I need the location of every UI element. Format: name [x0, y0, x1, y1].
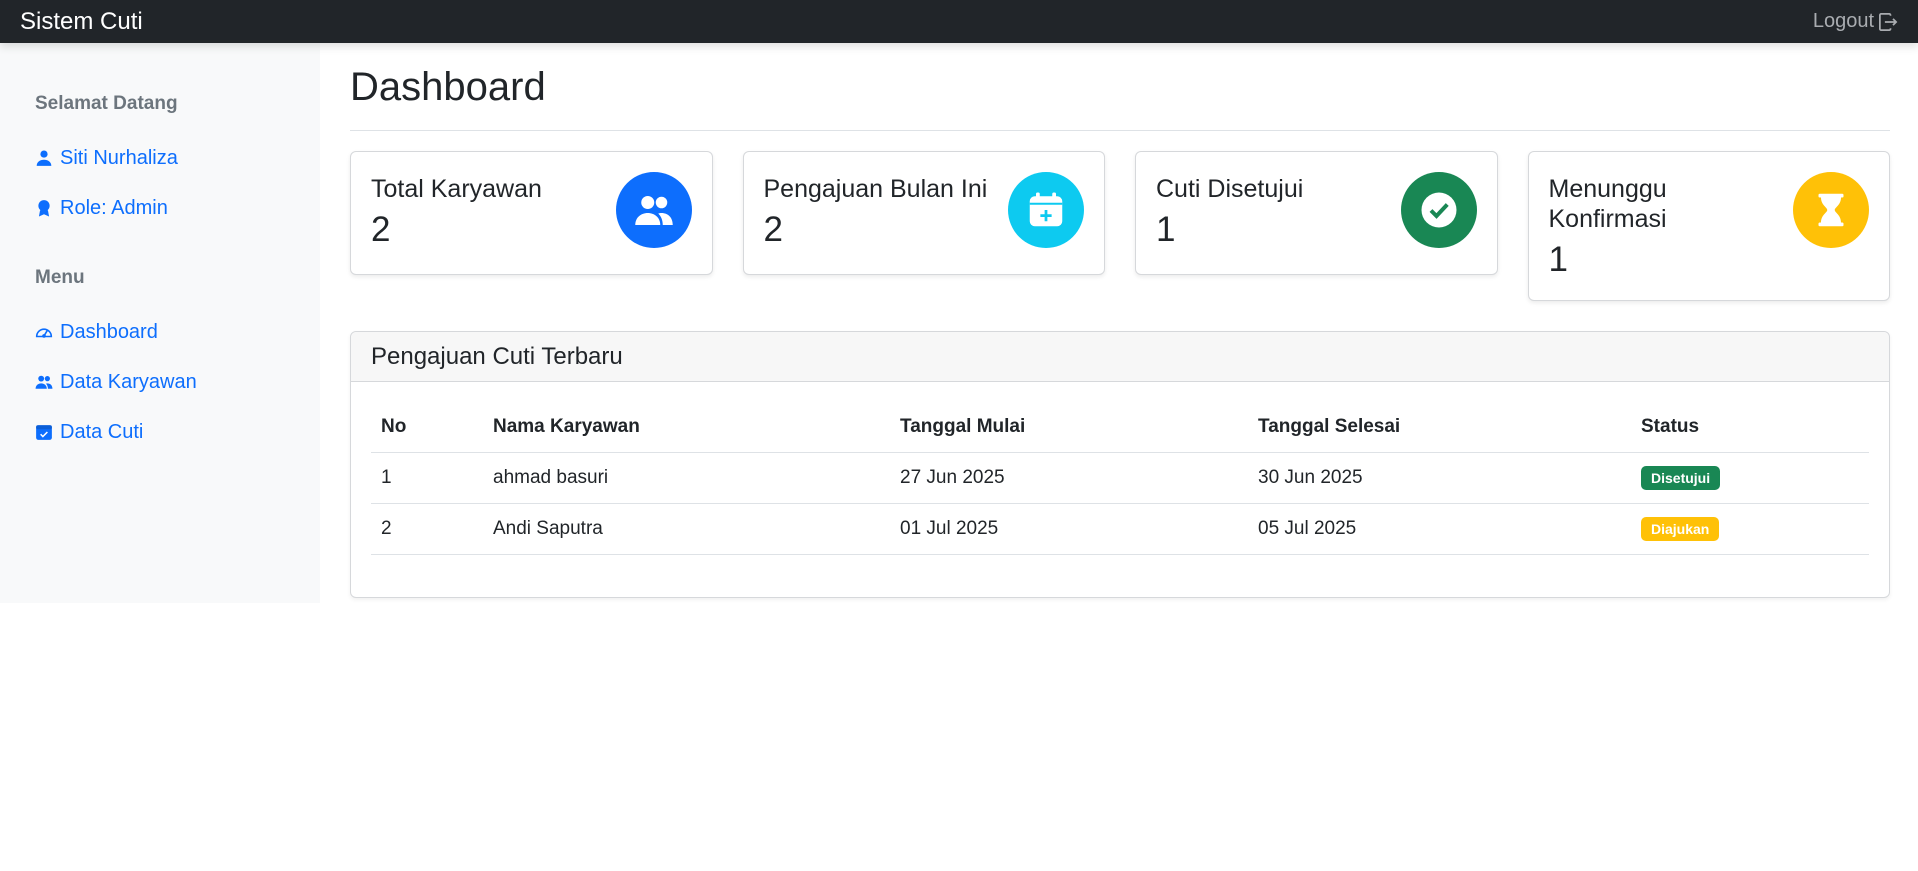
- cell-status: Disetujui: [1631, 452, 1869, 504]
- recent-requests-table: No Nama Karyawan Tanggal Mulai Tanggal S…: [371, 402, 1869, 555]
- table-row: 2 Andi Saputra 01 Jul 2025 05 Jul 2025 D…: [371, 503, 1869, 555]
- check-circle-icon: [1400, 172, 1477, 248]
- welcome-heading: Selamat Datang: [35, 93, 178, 114]
- user-name: Siti Nurhaliza: [60, 146, 178, 169]
- table-header-row: No Nama Karyawan Tanggal Mulai Tanggal S…: [371, 402, 1869, 453]
- table-row: 1 ahmad basuri 27 Jun 2025 30 Jun 2025 D…: [371, 452, 1869, 504]
- menu-heading: Menu: [35, 267, 85, 288]
- column-header-status: Status: [1631, 402, 1869, 453]
- top-navbar: Sistem Cuti Logout: [0, 0, 1918, 43]
- cell-status: Diajukan: [1631, 503, 1869, 555]
- status-badge: Diajukan: [1641, 516, 1720, 541]
- sidebar-item-data-cuti[interactable]: Data Cuti: [35, 407, 320, 457]
- sidebar-item-label: Data Cuti: [60, 420, 144, 443]
- sidebar-item-label: Data Karyawan: [60, 370, 197, 393]
- sidebar-item-label: Dashboard: [60, 320, 158, 343]
- main-content: Dashboard Total Karyawan 2 Pengajuan Bul…: [350, 43, 1890, 598]
- cell-end-date: 05 Jul 2025: [1248, 503, 1631, 555]
- column-header-tanggal-selesai: Tanggal Selesai: [1248, 402, 1631, 453]
- cell-start-date: 27 Jun 2025: [890, 452, 1248, 504]
- status-badge: Disetujui: [1641, 465, 1721, 490]
- stat-card-cuti-disetujui: Cuti Disetujui 1: [1135, 151, 1498, 275]
- cell-name: ahmad basuri: [483, 452, 890, 504]
- card-value: 1: [1156, 210, 1176, 249]
- sidebar: Selamat Datang Siti Nurhaliza Role: Admi…: [0, 43, 320, 603]
- column-header-no: No: [371, 402, 483, 453]
- people-icon: [35, 375, 53, 389]
- column-header-nama-karyawan: Nama Karyawan: [483, 402, 890, 453]
- person-icon: [36, 150, 52, 166]
- logout-icon: [1879, 12, 1898, 31]
- page-title: Dashboard: [350, 43, 1890, 131]
- user-name-link[interactable]: Siti Nurhaliza: [35, 133, 320, 183]
- cell-start-date: 01 Jul 2025: [890, 503, 1248, 555]
- calendar-check-icon: [36, 425, 52, 440]
- award-icon: [38, 200, 50, 217]
- column-header-tanggal-mulai: Tanggal Mulai: [890, 402, 1248, 453]
- stat-card-menunggu-konfirmasi: Menunggu Konfirmasi 1: [1527, 151, 1890, 301]
- logout-label: Logout: [1812, 10, 1874, 32]
- recent-requests-card: Pengajuan Cuti Terbaru No Nama Karyawan …: [350, 331, 1890, 598]
- cell-no: 1: [371, 452, 483, 504]
- sidebar-item-data-karyawan[interactable]: Data Karyawan: [35, 357, 320, 407]
- recent-requests-title: Pengajuan Cuti Terbaru: [351, 332, 1889, 382]
- app-brand[interactable]: Sistem Cuti: [20, 8, 143, 36]
- card-title: Total Karyawan: [371, 175, 542, 203]
- card-title: Cuti Disetujui: [1156, 175, 1304, 203]
- card-title: Pengajuan Bulan Ini: [763, 175, 988, 203]
- card-value: 2: [763, 210, 783, 249]
- stat-card-total-karyawan: Total Karyawan 2: [350, 151, 713, 275]
- cell-name: Andi Saputra: [483, 503, 890, 555]
- logout-link[interactable]: Logout: [1813, 10, 1898, 33]
- people-icon: [615, 172, 692, 248]
- stat-cards: Total Karyawan 2 Pengajuan Bulan Ini 2 C…: [350, 151, 1890, 301]
- speedometer-icon: [35, 328, 53, 338]
- card-title: Menunggu Konfirmasi: [1548, 175, 1667, 233]
- role-link[interactable]: Role: Admin: [35, 183, 320, 233]
- card-value: 2: [371, 210, 391, 249]
- role-label: Role: Admin: [60, 196, 168, 219]
- calendar-plus-icon: [1008, 172, 1084, 248]
- hourglass-icon: [1793, 172, 1869, 248]
- stat-card-pengajuan-bulan-ini: Pengajuan Bulan Ini 2: [742, 151, 1105, 275]
- sidebar-item-dashboard[interactable]: Dashboard: [35, 307, 320, 357]
- cell-no: 2: [371, 503, 483, 555]
- card-value: 1: [1548, 240, 1568, 279]
- cell-end-date: 30 Jun 2025: [1248, 452, 1631, 504]
